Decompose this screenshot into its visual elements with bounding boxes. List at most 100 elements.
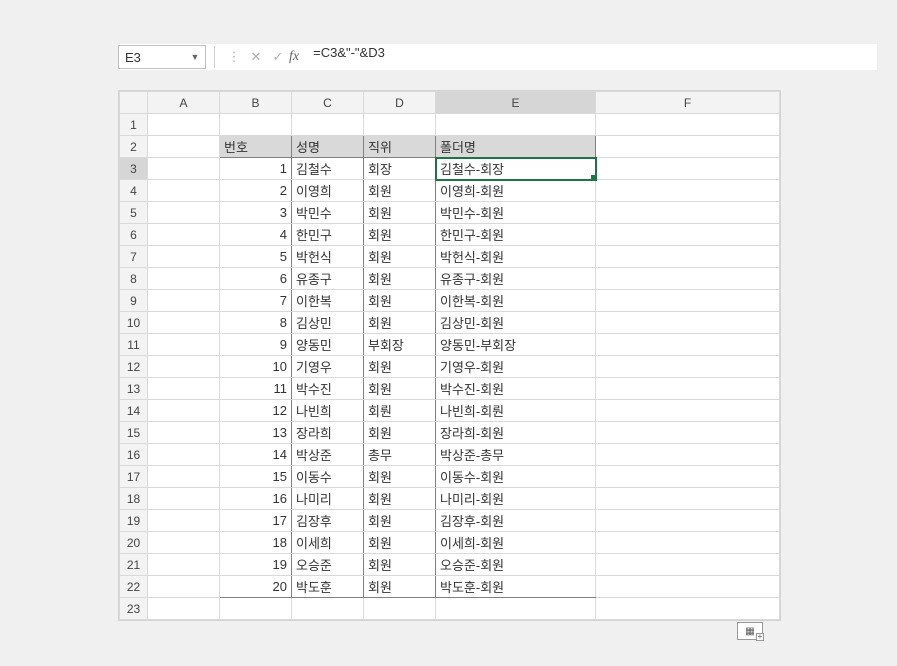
cell-B18[interactable]: 16 bbox=[220, 488, 292, 510]
row-header-18[interactable]: 18 bbox=[120, 488, 148, 510]
cell-E1[interactable] bbox=[436, 114, 596, 136]
col-header-F[interactable]: F bbox=[596, 92, 780, 114]
row-header-6[interactable]: 6 bbox=[120, 224, 148, 246]
cell-C6[interactable]: 한민구 bbox=[292, 224, 364, 246]
row-header-15[interactable]: 15 bbox=[120, 422, 148, 444]
cell-B10[interactable]: 8 bbox=[220, 312, 292, 334]
cell-C9[interactable]: 이한복 bbox=[292, 290, 364, 312]
cell-D6[interactable]: 회원 bbox=[364, 224, 436, 246]
cell-A10[interactable] bbox=[148, 312, 220, 334]
cell-B21[interactable]: 19 bbox=[220, 554, 292, 576]
cell-F9[interactable] bbox=[596, 290, 780, 312]
cell-B6[interactable]: 4 bbox=[220, 224, 292, 246]
cell-E23[interactable] bbox=[436, 598, 596, 620]
cell-C13[interactable]: 박수진 bbox=[292, 378, 364, 400]
cell-E4[interactable]: 이영희-회원 bbox=[436, 180, 596, 202]
cell-A9[interactable] bbox=[148, 290, 220, 312]
row-header-11[interactable]: 11 bbox=[120, 334, 148, 356]
cell-E19[interactable]: 김장후-회원 bbox=[436, 510, 596, 532]
cell-D16[interactable]: 총무 bbox=[364, 444, 436, 466]
cell-E2[interactable]: 폴더명 bbox=[436, 136, 596, 158]
cell-F23[interactable] bbox=[596, 598, 780, 620]
cell-A21[interactable] bbox=[148, 554, 220, 576]
row-header-8[interactable]: 8 bbox=[120, 268, 148, 290]
row-header-23[interactable]: 23 bbox=[120, 598, 148, 620]
cell-D3[interactable]: 회장 bbox=[364, 158, 436, 180]
cell-D8[interactable]: 회원 bbox=[364, 268, 436, 290]
row-header-17[interactable]: 17 bbox=[120, 466, 148, 488]
cell-D23[interactable] bbox=[364, 598, 436, 620]
cell-D17[interactable]: 회원 bbox=[364, 466, 436, 488]
row-header-16[interactable]: 16 bbox=[120, 444, 148, 466]
cell-F13[interactable] bbox=[596, 378, 780, 400]
row-header-10[interactable]: 10 bbox=[120, 312, 148, 334]
cell-E17[interactable]: 이동수-회원 bbox=[436, 466, 596, 488]
cell-C3[interactable]: 김철수 bbox=[292, 158, 364, 180]
cell-C19[interactable]: 김장후 bbox=[292, 510, 364, 532]
cell-B22[interactable]: 20 bbox=[220, 576, 292, 598]
cell-A22[interactable] bbox=[148, 576, 220, 598]
row-header-4[interactable]: 4 bbox=[120, 180, 148, 202]
col-header-A[interactable]: A bbox=[148, 92, 220, 114]
cell-E21[interactable]: 오승준-회원 bbox=[436, 554, 596, 576]
select-all-corner[interactable] bbox=[120, 92, 148, 114]
cell-F1[interactable] bbox=[596, 114, 780, 136]
cell-C8[interactable]: 유종구 bbox=[292, 268, 364, 290]
row-header-7[interactable]: 7 bbox=[120, 246, 148, 268]
cell-F12[interactable] bbox=[596, 356, 780, 378]
cell-B16[interactable]: 14 bbox=[220, 444, 292, 466]
cell-B23[interactable] bbox=[220, 598, 292, 620]
cell-E7[interactable]: 박헌식-회원 bbox=[436, 246, 596, 268]
cell-D10[interactable]: 회원 bbox=[364, 312, 436, 334]
cell-F22[interactable] bbox=[596, 576, 780, 598]
cell-B3[interactable]: 1 bbox=[220, 158, 292, 180]
cell-D1[interactable] bbox=[364, 114, 436, 136]
dropdown-icon[interactable]: ▼ bbox=[189, 45, 201, 69]
cell-E11[interactable]: 양동민-부회장 bbox=[436, 334, 596, 356]
cell-D18[interactable]: 회원 bbox=[364, 488, 436, 510]
cell-F19[interactable] bbox=[596, 510, 780, 532]
cell-D4[interactable]: 회원 bbox=[364, 180, 436, 202]
cell-B13[interactable]: 11 bbox=[220, 378, 292, 400]
cell-A18[interactable] bbox=[148, 488, 220, 510]
row-header-22[interactable]: 22 bbox=[120, 576, 148, 598]
cell-A17[interactable] bbox=[148, 466, 220, 488]
cell-E20[interactable]: 이세희-회원 bbox=[436, 532, 596, 554]
cell-C2[interactable]: 성명 bbox=[292, 136, 364, 158]
cell-C20[interactable]: 이세희 bbox=[292, 532, 364, 554]
cell-A23[interactable] bbox=[148, 598, 220, 620]
cell-A1[interactable] bbox=[148, 114, 220, 136]
cell-A3[interactable] bbox=[148, 158, 220, 180]
cell-C4[interactable]: 이영희 bbox=[292, 180, 364, 202]
cell-A13[interactable] bbox=[148, 378, 220, 400]
cell-B17[interactable]: 15 bbox=[220, 466, 292, 488]
cell-A2[interactable] bbox=[148, 136, 220, 158]
cell-D7[interactable]: 회원 bbox=[364, 246, 436, 268]
name-box[interactable]: E3 ▼ bbox=[118, 45, 206, 69]
cell-E22[interactable]: 박도훈-회원 bbox=[436, 576, 596, 598]
cell-F15[interactable] bbox=[596, 422, 780, 444]
cell-B14[interactable]: 12 bbox=[220, 400, 292, 422]
cell-F14[interactable] bbox=[596, 400, 780, 422]
cell-F16[interactable] bbox=[596, 444, 780, 466]
cell-E15[interactable]: 장라희-회원 bbox=[436, 422, 596, 444]
cell-F20[interactable] bbox=[596, 532, 780, 554]
cell-E16[interactable]: 박상준-총무 bbox=[436, 444, 596, 466]
cell-A12[interactable] bbox=[148, 356, 220, 378]
cell-F8[interactable] bbox=[596, 268, 780, 290]
cell-F11[interactable] bbox=[596, 334, 780, 356]
cell-F2[interactable] bbox=[596, 136, 780, 158]
enter-icon[interactable]: ✓ bbox=[267, 49, 289, 65]
cell-B4[interactable]: 2 bbox=[220, 180, 292, 202]
cell-F5[interactable] bbox=[596, 202, 780, 224]
cell-A20[interactable] bbox=[148, 532, 220, 554]
cell-D19[interactable]: 회원 bbox=[364, 510, 436, 532]
row-header-5[interactable]: 5 bbox=[120, 202, 148, 224]
cell-C10[interactable]: 김상민 bbox=[292, 312, 364, 334]
dots-icon[interactable]: ⋮ bbox=[223, 49, 245, 65]
cell-A8[interactable] bbox=[148, 268, 220, 290]
cell-A19[interactable] bbox=[148, 510, 220, 532]
row-header-1[interactable]: 1 bbox=[120, 114, 148, 136]
cell-B12[interactable]: 10 bbox=[220, 356, 292, 378]
cell-F6[interactable] bbox=[596, 224, 780, 246]
